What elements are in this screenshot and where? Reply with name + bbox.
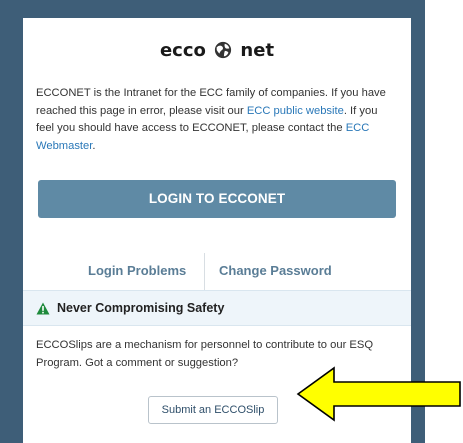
login-button[interactable]: LOGIN TO ECCONET [38,180,396,218]
links-divider [204,253,205,291]
logo-text-left: ecco [159,40,206,61]
public-website-link[interactable]: ECC public website [247,105,344,117]
yellow-arrow-annotation [296,366,461,422]
intro-text: ECCONET is the Intranet for the ECC fami… [36,85,398,155]
secondary-links: Login Problems Change Password [23,253,411,291]
logo-text-right: net [240,40,275,61]
page-background-top [0,0,425,18]
safety-title: Never Compromising Safety [57,301,225,315]
intro-text-part3: . [92,139,96,152]
change-password-link[interactable]: Change Password [219,263,332,278]
globe-icon [215,41,232,59]
submit-ecco-slip-button[interactable]: Submit an ECCOSlip [148,396,278,424]
safety-header: Never Compromising Safety [23,290,411,326]
page-background-left [0,0,23,443]
warning-triangle-icon [36,302,50,315]
login-problems-link[interactable]: Login Problems [88,263,186,278]
ecconet-logo: ecco net [23,39,411,63]
